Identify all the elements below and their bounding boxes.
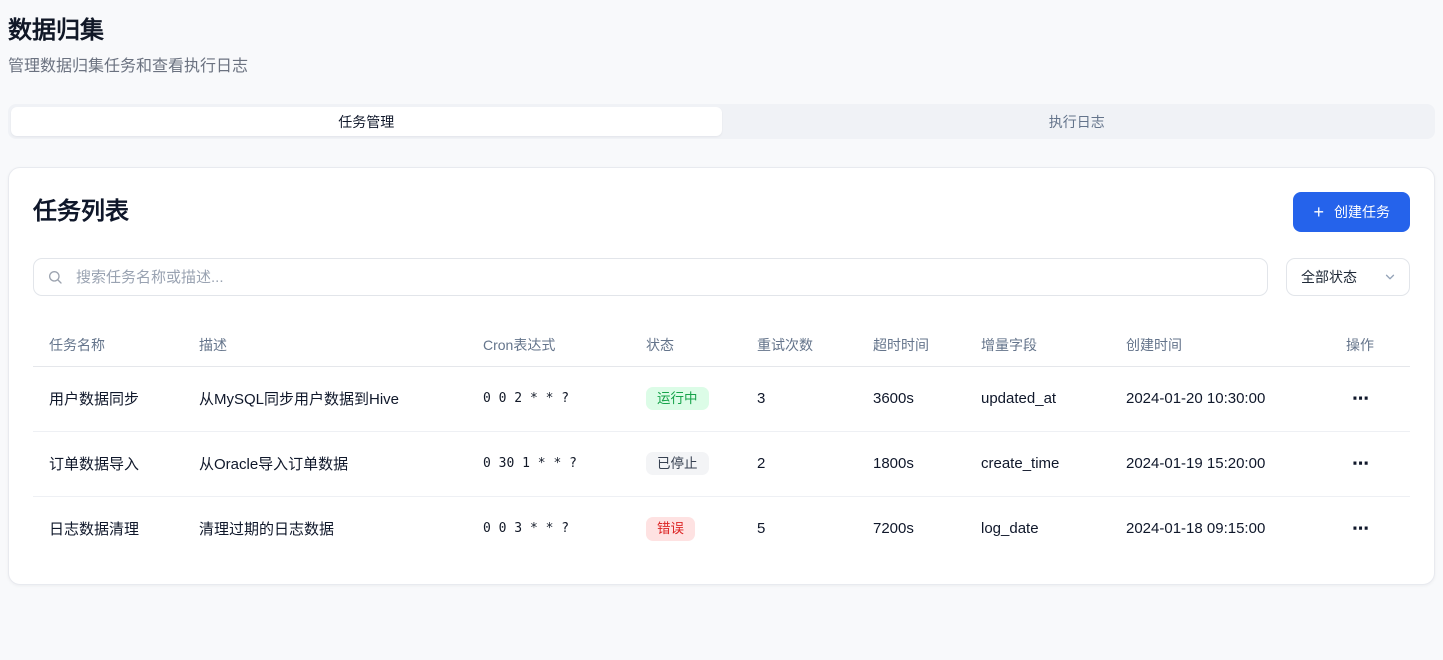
cell-incremental-field: create_time — [965, 431, 1110, 496]
tab-execution-logs[interactable]: 执行日志 — [722, 107, 1433, 136]
cell-cron: 0 30 1 * * ? — [467, 431, 630, 496]
cell-actions: ⋯ — [1330, 366, 1410, 431]
cell-status: 运行中 — [630, 366, 741, 431]
plus-icon: + — [1313, 203, 1324, 221]
table-row: 日志数据清理 清理过期的日志数据 0 0 3 * * ? 错误 5 7200s … — [33, 496, 1410, 561]
cell-retry-count: 5 — [741, 496, 857, 561]
cell-cron: 0 0 3 * * ? — [467, 496, 630, 561]
cell-status: 已停止 — [630, 431, 741, 496]
col-actions: 操作 — [1330, 324, 1410, 366]
search-icon — [47, 269, 63, 285]
cell-actions: ⋯ — [1330, 496, 1410, 561]
create-task-button[interactable]: + 创建任务 — [1293, 192, 1410, 232]
col-status: 状态 — [630, 324, 741, 366]
cell-status: 错误 — [630, 496, 741, 561]
status-badge: 运行中 — [646, 387, 709, 411]
card-header: 任务列表 + 创建任务 — [33, 192, 1410, 232]
cell-actions: ⋯ — [1330, 431, 1410, 496]
page-title: 数据归集 — [8, 16, 1435, 46]
col-timeout: 超时时间 — [857, 324, 965, 366]
col-incremental-field: 增量字段 — [965, 324, 1110, 366]
tab-task-management[interactable]: 任务管理 — [11, 107, 722, 136]
cell-created-at: 2024-01-18 09:15:00 — [1110, 496, 1330, 561]
table-row: 用户数据同步 从MySQL同步用户数据到Hive 0 0 2 * * ? 运行中… — [33, 366, 1410, 431]
chevron-down-icon — [1383, 270, 1397, 284]
row-actions-button[interactable]: ⋯ — [1348, 518, 1374, 539]
controls-row: 全部状态 — [33, 258, 1410, 296]
task-table: 任务名称 描述 Cron表达式 状态 重试次数 超时时间 增量字段 创建时间 操… — [33, 324, 1410, 561]
col-cron: Cron表达式 — [467, 324, 630, 366]
col-created-at: 创建时间 — [1110, 324, 1330, 366]
row-actions-button[interactable]: ⋯ — [1348, 388, 1374, 409]
cell-retry-count: 2 — [741, 431, 857, 496]
table-row: 订单数据导入 从Oracle导入订单数据 0 30 1 * * ? 已停止 2 … — [33, 431, 1410, 496]
cell-incremental-field: log_date — [965, 496, 1110, 561]
table-header-row: 任务名称 描述 Cron表达式 状态 重试次数 超时时间 增量字段 创建时间 操… — [33, 324, 1410, 366]
col-task-name: 任务名称 — [33, 324, 183, 366]
cell-description: 从Oracle导入订单数据 — [183, 431, 467, 496]
tab-bar: 任务管理 执行日志 — [8, 104, 1435, 139]
cell-retry-count: 3 — [741, 366, 857, 431]
search-box — [33, 258, 1268, 296]
cell-task-name: 用户数据同步 — [33, 366, 183, 431]
col-description: 描述 — [183, 324, 467, 366]
cell-created-at: 2024-01-20 10:30:00 — [1110, 366, 1330, 431]
cell-timeout: 3600s — [857, 366, 965, 431]
status-badge: 已停止 — [646, 452, 709, 476]
create-task-label: 创建任务 — [1334, 202, 1390, 222]
cell-cron: 0 0 2 * * ? — [467, 366, 630, 431]
row-actions-button[interactable]: ⋯ — [1348, 453, 1374, 474]
cell-incremental-field: updated_at — [965, 366, 1110, 431]
cell-timeout: 1800s — [857, 431, 965, 496]
cell-task-name: 日志数据清理 — [33, 496, 183, 561]
card-title: 任务列表 — [33, 196, 129, 228]
cell-task-name: 订单数据导入 — [33, 431, 183, 496]
page: 数据归集 管理数据归集任务和查看执行日志 任务管理 执行日志 任务列表 + 创建… — [0, 0, 1443, 585]
status-badge: 错误 — [646, 517, 695, 541]
cell-description: 从MySQL同步用户数据到Hive — [183, 366, 467, 431]
status-filter-select[interactable]: 全部状态 — [1286, 258, 1410, 296]
cell-timeout: 7200s — [857, 496, 965, 561]
search-input[interactable] — [33, 258, 1268, 296]
cell-description: 清理过期的日志数据 — [183, 496, 467, 561]
page-subtitle: 管理数据归集任务和查看执行日志 — [8, 56, 1435, 78]
col-retry-count: 重试次数 — [741, 324, 857, 366]
status-filter-value: 全部状态 — [1301, 267, 1357, 287]
cell-created-at: 2024-01-19 15:20:00 — [1110, 431, 1330, 496]
task-list-card: 任务列表 + 创建任务 全部状态 — [8, 167, 1435, 585]
